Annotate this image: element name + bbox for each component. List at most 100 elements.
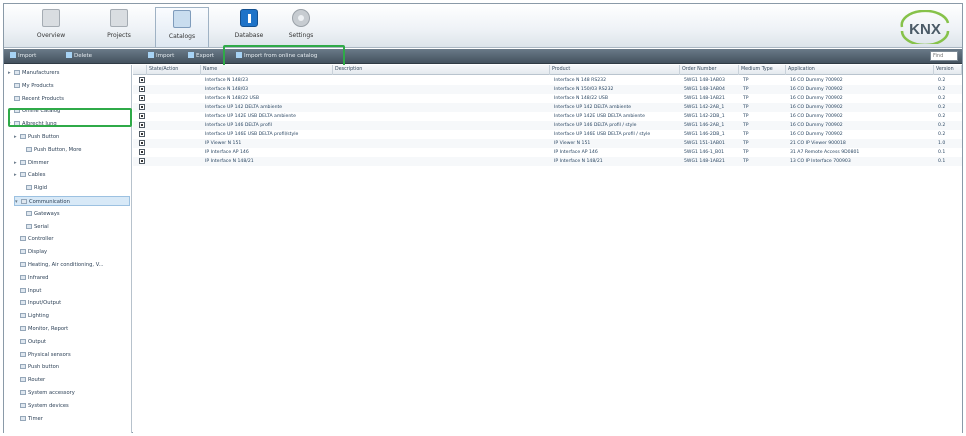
table-row[interactable]: IP Interface AP 146 IP Interface AP 146 5W… [133, 148, 962, 157]
tree-item[interactable]: My Products [8, 81, 130, 91]
product-icon [139, 95, 145, 101]
product-icon [139, 131, 145, 137]
tree-item-label: Physical sensors [28, 351, 71, 358]
toolbar-export-button[interactable]: Export [188, 52, 214, 61]
table-row[interactable]: Interface UP 146 DELTA profil Interface U… [133, 121, 962, 130]
table-row[interactable]: Interface N 148/23 Interface N 148 RS232 5… [133, 76, 962, 85]
tree-item-label: Input/Output [28, 300, 62, 307]
tree-item[interactable]: ▸ Dimmer [14, 158, 130, 168]
tree-item[interactable]: Input [14, 286, 130, 296]
cell-medium: TP [743, 123, 749, 128]
toolbar-import-left-button[interactable]: Import [10, 52, 36, 61]
tree-item[interactable]: Output [14, 337, 130, 347]
tree-item-label: Serial [34, 223, 49, 230]
cell-medium: TP [743, 78, 749, 83]
tree-item[interactable]: Heating, Air conditioning, V... [14, 260, 130, 270]
tree-item[interactable]: Rigid [20, 183, 130, 193]
cell-medium: TP [743, 141, 749, 146]
tab-projects[interactable]: Projects [92, 7, 146, 47]
tree-item[interactable]: ▸ Cables [14, 170, 130, 180]
cell-product: Interface UP 142E USB DELTA ambiente [554, 114, 645, 119]
table-row[interactable]: IP Viewer N 151 IP Viewer N 151 5WG1 151-1… [133, 139, 962, 148]
catalogs-icon [173, 10, 191, 28]
tree-item[interactable]: ▸ Push Button [14, 132, 130, 142]
tree-item-label: Router [28, 377, 46, 384]
column-header[interactable]: Name [201, 65, 333, 75]
cell-order: 5WG1 148-1AB03 [684, 78, 725, 83]
column-header[interactable]: Medium Type [739, 65, 786, 75]
cell-medium: TP [743, 132, 749, 137]
cell-name: Interface UP 142E USB DELTA ambiente [205, 114, 296, 119]
tree-item[interactable]: Display [14, 247, 130, 257]
column-header[interactable]: State/Action [147, 65, 201, 75]
cell-version: 0.2 [938, 114, 946, 119]
cell-name: Interface UP 146E USB DELTA profil/style [205, 132, 299, 137]
folder-icon [20, 134, 26, 139]
cell-product: Interface N 150/03 RS232 [554, 87, 614, 92]
table-row[interactable]: Interface UP 142E USB DELTA ambiente Inte… [133, 112, 962, 121]
folder-icon [20, 338, 26, 344]
tree-item[interactable]: Physical sensors [14, 350, 130, 360]
column-header[interactable]: Order Number [680, 65, 739, 75]
tree-item[interactable]: Controller [14, 234, 130, 244]
tab-settings[interactable]: Settings [274, 7, 328, 47]
tree-item-label: Input [28, 287, 42, 294]
cell-order: 5WG1 142-2AB_1 [684, 105, 725, 110]
tree-item[interactable]: System accessory [14, 388, 130, 398]
tab-settings-label: Settings [288, 32, 314, 39]
cell-order: 5WG1 142-2DB_1 [684, 114, 725, 119]
tab-overview[interactable]: Overview [24, 7, 78, 47]
product-icon [139, 158, 145, 164]
tree-item[interactable]: Infrared [14, 273, 130, 283]
toolbar-export-label: Export [196, 53, 215, 59]
tab-database[interactable]: Database [222, 7, 276, 47]
tree-item[interactable]: Gateways [20, 209, 130, 219]
tree-item[interactable]: Lighting [14, 311, 130, 321]
cell-version: 0.2 [938, 132, 946, 137]
folder-icon [20, 274, 26, 280]
tree-item[interactable]: Router [14, 375, 130, 385]
folder-icon [20, 172, 26, 178]
column-header[interactable]: Product [550, 65, 680, 75]
tab-catalogs[interactable]: Catalogs [155, 7, 209, 47]
tree-item[interactable]: Push button [14, 362, 130, 372]
folder-icon [20, 364, 26, 370]
search-input[interactable]: Find [930, 51, 958, 61]
cell-application: 16 CO Dummy 700902 [790, 78, 843, 83]
folder-icon [20, 287, 26, 293]
tree-item[interactable]: Monitor, Report [14, 324, 130, 334]
tree-item[interactable]: Input/Output [14, 298, 130, 308]
tree-item[interactable]: Timer [14, 414, 130, 424]
tree-item[interactable]: System devices [14, 401, 130, 411]
table-row[interactable]: Interface N 148/22 USB Interface N 148/22… [133, 94, 962, 103]
toolbar-delete-button[interactable]: Delete [66, 52, 92, 61]
folder-icon [26, 210, 32, 216]
folder-icon [20, 415, 26, 421]
toolbar-import-button[interactable]: Import [148, 52, 174, 61]
tree-item[interactable]: ▸ Manufacturers [8, 68, 130, 78]
tree-item-label: Communication [29, 199, 70, 205]
cell-application: 16 CO Dummy 700902 [790, 123, 843, 128]
column-header[interactable]: Description [333, 65, 550, 75]
table-row[interactable]: Interface N 148/03 Interface N 150/03 RS2… [133, 85, 962, 94]
cell-version: 0.2 [938, 96, 946, 101]
cell-product: Interface UP 146E USB DELTA profil / sty… [554, 132, 651, 137]
product-grid: State/Action Name Description Product Order … [133, 65, 962, 433]
tree-item[interactable]: ▾ Communication [14, 196, 130, 206]
tree-item-label: Lighting [28, 313, 49, 320]
cell-version: 0.1 [938, 150, 946, 155]
product-icon [139, 149, 145, 155]
tree-item[interactable]: Push Button, More [20, 145, 130, 155]
table-row[interactable]: Interface UP 142 DELTA ambiente Interface… [133, 103, 962, 112]
product-icon [139, 104, 145, 110]
table-row[interactable]: Interface UP 146E USB DELTA profil/style… [133, 130, 962, 139]
column-header[interactable] [133, 65, 147, 75]
cell-application: 16 CO Dummy 700902 [790, 114, 843, 119]
column-header[interactable]: Application [786, 65, 934, 75]
table-row[interactable]: IP Interface N 148/21 IP Interface N 148/… [133, 157, 962, 166]
tree-item[interactable]: Recent Products [8, 94, 130, 104]
cell-application: 13 CO IP Interface 700903 [790, 159, 851, 164]
tree-item[interactable]: Serial [20, 222, 130, 232]
column-header[interactable]: Version [934, 65, 962, 75]
tree-item-label: Gateways [34, 210, 60, 217]
